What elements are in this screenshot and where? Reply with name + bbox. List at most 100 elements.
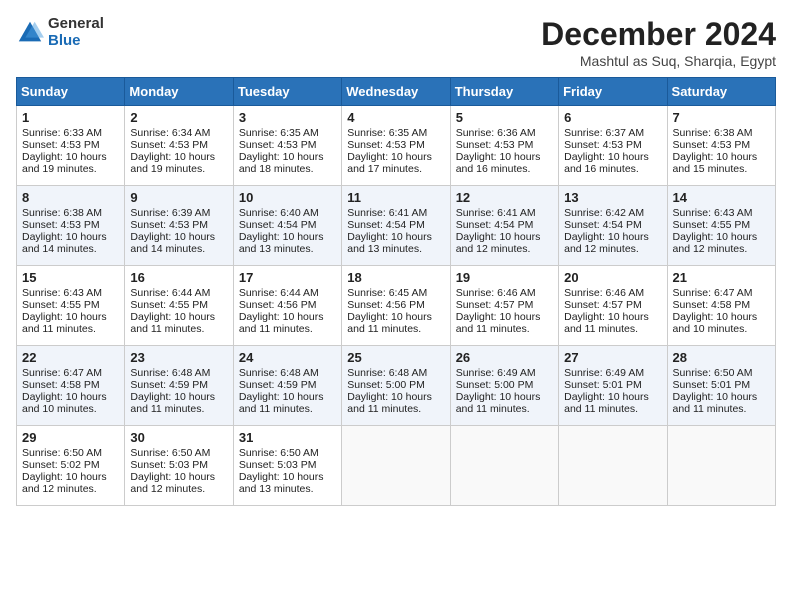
daylight-text: Daylight: 10 hours and 11 minutes. bbox=[347, 391, 432, 415]
sunset-text: Sunset: 4:53 PM bbox=[22, 139, 100, 151]
table-row: 8Sunrise: 6:38 AMSunset: 4:53 PMDaylight… bbox=[17, 186, 125, 266]
sunrise-text: Sunrise: 6:42 AM bbox=[564, 207, 644, 219]
sunrise-text: Sunrise: 6:47 AM bbox=[673, 287, 753, 299]
daylight-text: Daylight: 10 hours and 12 minutes. bbox=[673, 231, 758, 255]
sunset-text: Sunset: 4:53 PM bbox=[456, 139, 534, 151]
daylight-text: Daylight: 10 hours and 11 minutes. bbox=[130, 391, 215, 415]
sunrise-text: Sunrise: 6:44 AM bbox=[239, 287, 319, 299]
sunset-text: Sunset: 4:56 PM bbox=[239, 299, 317, 311]
day-number: 16 bbox=[130, 270, 227, 285]
sunset-text: Sunset: 4:55 PM bbox=[673, 219, 751, 231]
day-number: 13 bbox=[564, 190, 661, 205]
daylight-text: Daylight: 10 hours and 17 minutes. bbox=[347, 151, 432, 175]
day-number: 11 bbox=[347, 190, 444, 205]
daylight-text: Daylight: 10 hours and 11 minutes. bbox=[456, 391, 541, 415]
sunrise-text: Sunrise: 6:39 AM bbox=[130, 207, 210, 219]
table-row: 2Sunrise: 6:34 AMSunset: 4:53 PMDaylight… bbox=[125, 106, 233, 186]
table-row: 26Sunrise: 6:49 AMSunset: 5:00 PMDayligh… bbox=[450, 346, 558, 426]
sunrise-text: Sunrise: 6:49 AM bbox=[564, 367, 644, 379]
day-number: 31 bbox=[239, 430, 336, 445]
table-row bbox=[450, 426, 558, 506]
table-row: 14Sunrise: 6:43 AMSunset: 4:55 PMDayligh… bbox=[667, 186, 775, 266]
table-row: 28Sunrise: 6:50 AMSunset: 5:01 PMDayligh… bbox=[667, 346, 775, 426]
sunset-text: Sunset: 5:02 PM bbox=[22, 459, 100, 471]
daylight-text: Daylight: 10 hours and 11 minutes. bbox=[564, 311, 649, 335]
sunset-text: Sunset: 4:53 PM bbox=[673, 139, 751, 151]
sunrise-text: Sunrise: 6:48 AM bbox=[130, 367, 210, 379]
sunset-text: Sunset: 5:01 PM bbox=[673, 379, 751, 391]
daylight-text: Daylight: 10 hours and 11 minutes. bbox=[239, 391, 324, 415]
sunset-text: Sunset: 5:03 PM bbox=[239, 459, 317, 471]
page-header: General Blue December 2024 Mashtul as Su… bbox=[16, 16, 776, 69]
sunrise-text: Sunrise: 6:33 AM bbox=[22, 127, 102, 139]
sunset-text: Sunset: 4:59 PM bbox=[239, 379, 317, 391]
sunrise-text: Sunrise: 6:43 AM bbox=[22, 287, 102, 299]
header-friday: Friday bbox=[559, 78, 667, 106]
daylight-text: Daylight: 10 hours and 13 minutes. bbox=[239, 231, 324, 255]
table-row: 25 Sunrise: 6:48 AMSunset: 5:00 PMDayligh… bbox=[342, 346, 450, 426]
calendar-subtitle: Mashtul as Suq, Sharqia, Egypt bbox=[541, 53, 776, 69]
table-row: 29Sunrise: 6:50 AMSunset: 5:02 PMDayligh… bbox=[17, 426, 125, 506]
sunset-text: Sunset: 4:57 PM bbox=[456, 299, 534, 311]
day-number: 10 bbox=[239, 190, 336, 205]
daylight-text: Daylight: 10 hours and 14 minutes. bbox=[130, 231, 215, 255]
day-number: 28 bbox=[673, 350, 770, 365]
calendar-table: Sunday Monday Tuesday Wednesday Thursday… bbox=[16, 77, 776, 506]
table-row: 6Sunrise: 6:37 AMSunset: 4:53 PMDaylight… bbox=[559, 106, 667, 186]
day-number: 25 bbox=[347, 350, 444, 365]
sunrise-text: Sunrise: 6:41 AM bbox=[456, 207, 536, 219]
table-row: 15Sunrise: 6:43 AMSunset: 4:55 PMDayligh… bbox=[17, 266, 125, 346]
sunset-text: Sunset: 4:53 PM bbox=[22, 219, 100, 231]
sunrise-text: Sunrise: 6:41 AM bbox=[347, 207, 427, 219]
day-number: 6 bbox=[564, 110, 661, 125]
day-number: 21 bbox=[673, 270, 770, 285]
sunrise-text: Sunrise: 6:38 AM bbox=[673, 127, 753, 139]
day-number: 1 bbox=[22, 110, 119, 125]
calendar-row: 15 Sunrise: 6:43 AM Sunset: 4:55 PM Dayligh… bbox=[17, 266, 776, 346]
day-number: 17 bbox=[239, 270, 336, 285]
sunset-text: Sunset: 4:54 PM bbox=[239, 219, 317, 231]
day-number: 22 bbox=[22, 350, 119, 365]
daylight-text: Daylight: 10 hours and 11 minutes. bbox=[673, 391, 758, 415]
daylight-text: Daylight: 10 hours and 15 minutes. bbox=[673, 151, 758, 175]
sunset-text: Sunset: 5:03 PM bbox=[130, 459, 208, 471]
daylight-text: Daylight: 10 hours and 13 minutes. bbox=[239, 471, 324, 495]
table-row: 4Sunrise: 6:35 AMSunset: 4:53 PMDaylight… bbox=[342, 106, 450, 186]
table-row: 11Sunrise: 6:41 AMSunset: 4:54 PMDayligh… bbox=[342, 186, 450, 266]
sunset-text: Sunset: 4:54 PM bbox=[564, 219, 642, 231]
daylight-text: Daylight: 10 hours and 12 minutes. bbox=[564, 231, 649, 255]
day-number: 4 bbox=[347, 110, 444, 125]
day-number: 15 bbox=[22, 270, 119, 285]
table-row: 20Sunrise: 6:46 AMSunset: 4:57 PMDayligh… bbox=[559, 266, 667, 346]
table-row: 7Sunrise: 6:38 AMSunset: 4:53 PMDaylight… bbox=[667, 106, 775, 186]
day-number: 18 bbox=[347, 270, 444, 285]
daylight-text: Daylight: 10 hours and 19 minutes. bbox=[130, 151, 215, 175]
daylight-text: Daylight: 10 hours and 14 minutes. bbox=[22, 231, 107, 255]
sunrise-text: Sunrise: 6:48 AM bbox=[239, 367, 319, 379]
daylight-text: Daylight: 10 hours and 16 minutes. bbox=[456, 151, 541, 175]
table-row: 9Sunrise: 6:39 AMSunset: 4:53 PMDaylight… bbox=[125, 186, 233, 266]
daylight-text: Daylight: 10 hours and 11 minutes. bbox=[347, 311, 432, 335]
daylight-text: Daylight: 10 hours and 12 minutes. bbox=[130, 471, 215, 495]
sunset-text: Sunset: 4:58 PM bbox=[22, 379, 100, 391]
daylight-text: Daylight: 10 hours and 18 minutes. bbox=[239, 151, 324, 175]
header-thursday: Thursday bbox=[450, 78, 558, 106]
sunset-text: Sunset: 4:54 PM bbox=[347, 219, 425, 231]
sunset-text: Sunset: 4:53 PM bbox=[239, 139, 317, 151]
sunset-text: Sunset: 5:00 PM bbox=[347, 379, 425, 391]
header-saturday: Saturday bbox=[667, 78, 775, 106]
logo-blue-text: Blue bbox=[48, 33, 104, 50]
sunset-text: Sunset: 5:01 PM bbox=[564, 379, 642, 391]
sunrise-text: Sunrise: 6:48 AM bbox=[347, 367, 427, 379]
day-number: 2 bbox=[130, 110, 227, 125]
table-row: 16Sunrise: 6:44 AMSunset: 4:55 PMDayligh… bbox=[125, 266, 233, 346]
table-row: 5Sunrise: 6:36 AMSunset: 4:53 PMDaylight… bbox=[450, 106, 558, 186]
sunset-text: Sunset: 4:53 PM bbox=[130, 219, 208, 231]
sunset-text: Sunset: 4:53 PM bbox=[130, 139, 208, 151]
calendar-row: 22Sunrise: 6:47 AMSunset: 4:58 PMDayligh… bbox=[17, 346, 776, 426]
table-row: 24Sunrise: 6:48 AMSunset: 4:59 PMDayligh… bbox=[233, 346, 341, 426]
sunset-text: Sunset: 4:55 PM bbox=[130, 299, 208, 311]
day-number: 5 bbox=[456, 110, 553, 125]
sunset-text: Sunset: 4:59 PM bbox=[130, 379, 208, 391]
header-wednesday: Wednesday bbox=[342, 78, 450, 106]
